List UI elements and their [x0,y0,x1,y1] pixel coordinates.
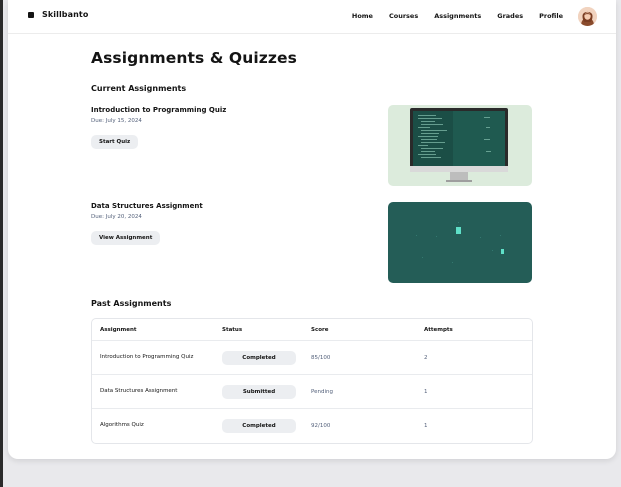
main-nav: Home Courses Assignments Grades Profile [336,12,563,20]
status-cell: Completed [214,340,303,375]
attempts-value: 1 [416,374,532,409]
nav-home[interactable]: Home [352,12,373,20]
assignment-thumbnail-image [388,202,532,283]
nav-assignments[interactable]: Assignments [434,12,481,20]
score-value: Pending [303,374,416,409]
column-header: Score [303,319,416,341]
assignment-due-date: Due: July 20, 2024 [91,214,142,220]
status-cell: Completed [214,409,303,443]
status-badge: Completed [222,350,296,365]
logo-square-icon [28,11,34,18]
table-row: Algorithms Quiz Completed 92/100 1 [92,409,532,443]
nav-grades[interactable]: Grades [497,12,523,20]
assignment-name: Introduction to Programming Quiz [92,340,214,375]
brand-name: Skillbanto [42,10,89,19]
assignment-title: Introduction to Programming Quiz [91,106,227,114]
current-assignments-heading: Current Assignments [91,84,187,93]
nav-courses[interactable]: Courses [389,12,418,20]
status-cell: Submitted [214,374,303,409]
assignment-name: Algorithms Quiz [100,422,144,428]
view-assignment-button[interactable]: View Assignment [91,231,161,245]
table-row: Data Structures Assignment Submitted Pen… [92,374,532,409]
table-header-row: Assignment Status Score Attempts [92,319,532,341]
assignment-name: Data Structures Assignment [92,374,214,409]
quiz-thumbnail-image [388,105,532,186]
top-navbar: Skillbanto Home Courses Assignments Grad… [8,0,616,34]
start-quiz-button[interactable]: Start Quiz [91,135,139,149]
assignment-title: Data Structures Assignment [91,202,203,210]
brand-logo[interactable]: Skillbanto [28,10,88,19]
column-header: Assignment [92,319,214,341]
past-assignments-table: Assignment Status Score Attempts Introdu… [91,318,533,444]
column-header: Status [214,319,303,341]
column-header: Attempts [416,319,532,341]
score-value: 92/100 [311,422,331,429]
past-assignments-heading: Past Assignments [91,299,172,308]
user-avatar-icon[interactable] [578,7,597,26]
score-value: 85/100 [303,340,416,375]
assignment-due-date: Due: July 15, 2024 [91,118,142,124]
page-title: Assignments & Quizzes [91,49,297,67]
window-edge [0,0,3,487]
app-window: Skillbanto Home Courses Assignments Grad… [8,0,616,459]
status-badge: Submitted [222,384,296,399]
attempts-value: 2 [416,340,532,375]
status-badge: Completed [222,418,296,433]
table-row: Introduction to Programming Quiz Complet… [92,340,532,375]
nav-profile[interactable]: Profile [539,12,563,20]
attempts-value: 1 [424,422,428,429]
